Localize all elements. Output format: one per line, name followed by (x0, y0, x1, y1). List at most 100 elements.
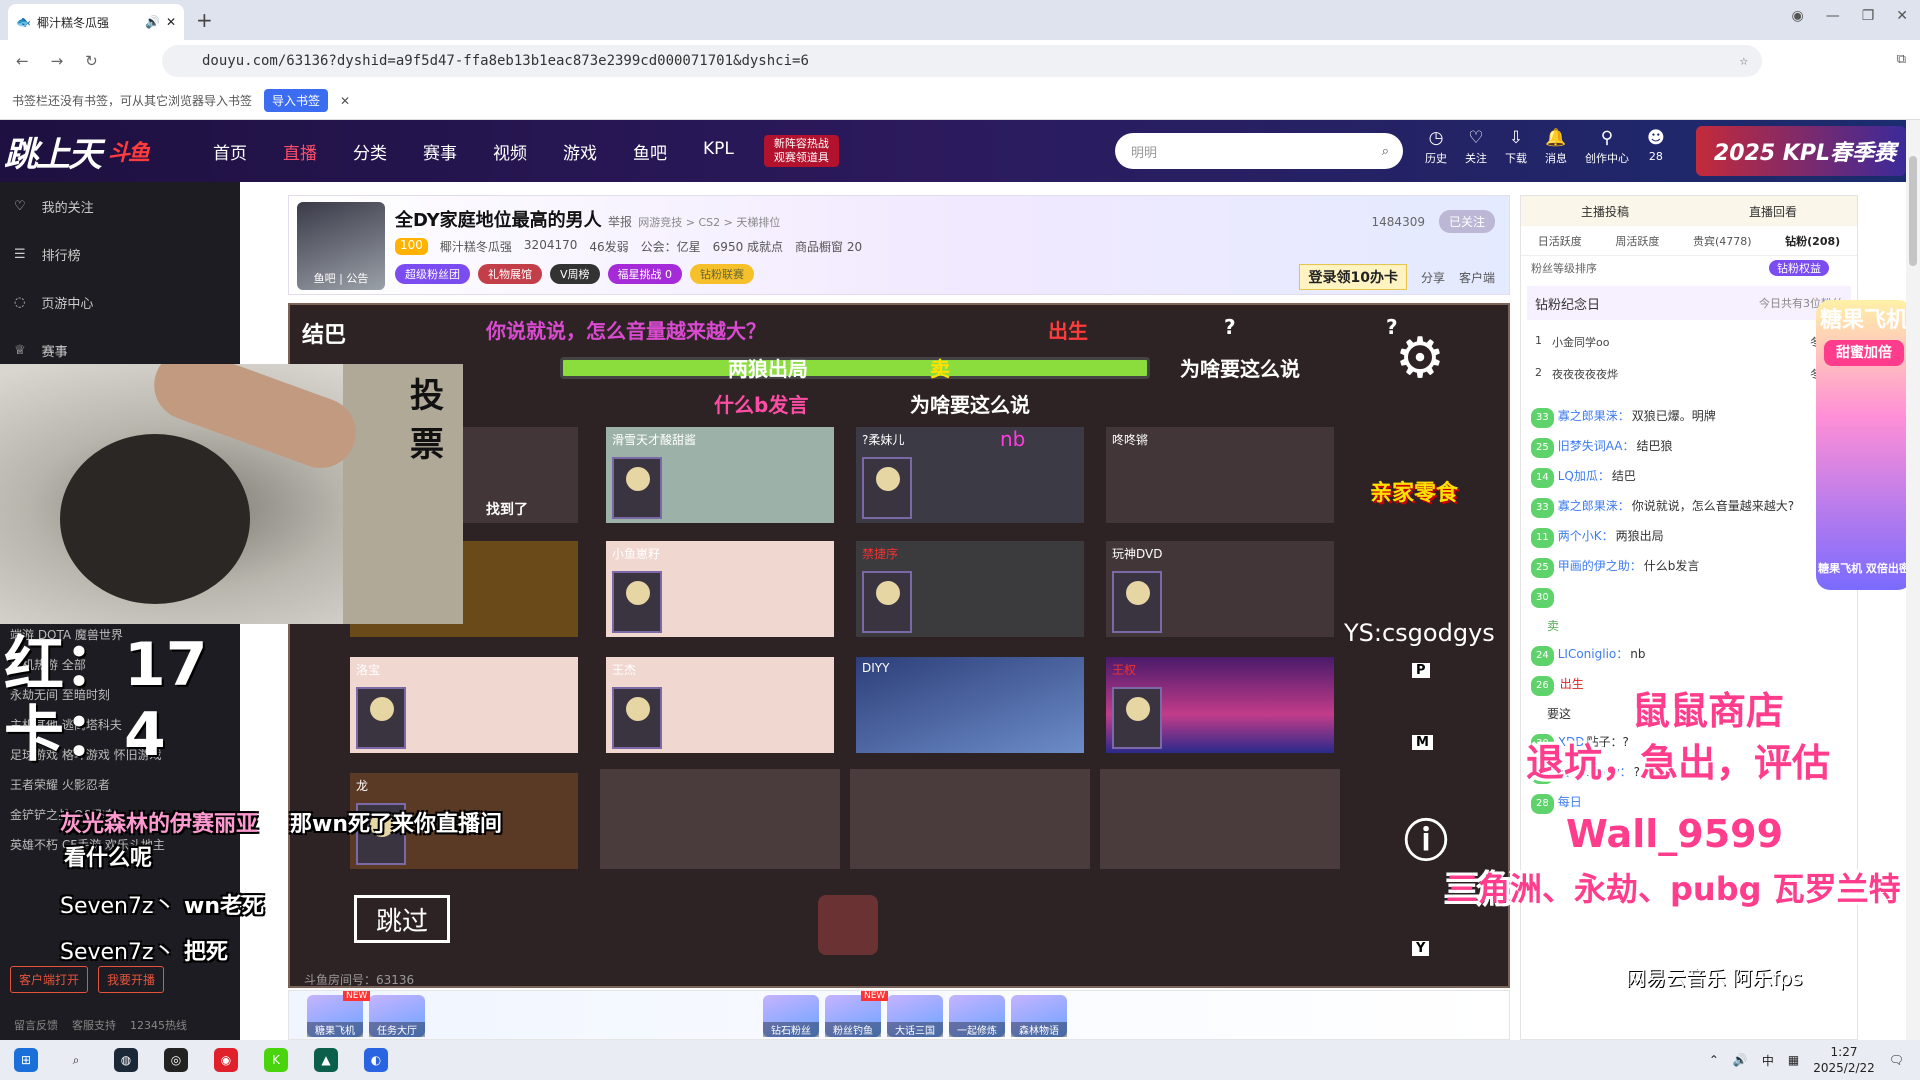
client-button[interactable]: 客户端 (1459, 269, 1495, 286)
tab-weekly-active[interactable]: 周活跃度 (1615, 233, 1659, 249)
hotline-link[interactable]: 12345热线 (130, 1017, 187, 1033)
url-field[interactable]: douyu.com/63136?dyshid=a9f5d47-ffa8eb13b… (162, 45, 1762, 77)
player-card[interactable]: 滑雪天才酸甜酱 (606, 427, 834, 523)
info-icon[interactable]: ⓘ (1404, 805, 1448, 869)
kook-icon[interactable]: K (264, 1048, 288, 1072)
diamond-league-badge[interactable]: 钻粉联赛 (690, 264, 755, 284)
open-client-button[interactable]: 客户端打开 (10, 966, 89, 993)
extensions-icon[interactable]: ⧉ (1897, 52, 1906, 67)
steam-icon[interactable]: ◍ (114, 1048, 138, 1072)
follow-button[interactable]: 已关注 (1438, 210, 1495, 233)
gift-item[interactable]: 钻石粉丝 (763, 995, 819, 1037)
candy-plane-banner[interactable]: 糖果飞机 甜蜜加倍 糖果飞机 双倍出密 (1816, 300, 1912, 590)
chat-user[interactable]: 旧梦失词AA： (1558, 439, 1635, 453)
user-avatar[interactable]: ☻ 28 (1647, 128, 1665, 166)
player-card[interactable]: 玩神DVD (1106, 541, 1334, 637)
tab-diamond-fans[interactable]: 钻粉(208) (1785, 233, 1840, 249)
scroll-thumb[interactable] (1909, 156, 1917, 266)
nav-live[interactable]: 直播 (283, 139, 317, 164)
hot-event-banner[interactable]: 新阵容热战 观赛领道具 (763, 135, 839, 167)
streamer-avatar[interactable]: 鱼吧 | 公告 (297, 202, 385, 290)
live-video-player[interactable]: 结巴 你说就说，怎么音量越来越大？ 出生 ? ? 两狼出局 卖 为啥要这么说 什… (288, 303, 1510, 988)
chrome-icon[interactable]: ◐ (364, 1048, 388, 1072)
player-card[interactable]: 禁捷序 (856, 541, 1084, 637)
new-tab-button[interactable]: + (196, 8, 213, 32)
sidebar-item-webgame[interactable]: ◌ 页游中心 (0, 278, 240, 326)
gift-hall-badge[interactable]: 礼物展馆 (478, 264, 542, 284)
player-card[interactable]: 小鱼崽籽 (606, 541, 834, 637)
minimize-icon[interactable]: — (1826, 8, 1840, 24)
windows-start-icon[interactable]: ⊞ (14, 1048, 38, 1072)
netease-music-icon[interactable]: ◉ (214, 1048, 238, 1072)
volume-icon[interactable]: 🔊 (1733, 1053, 1748, 1067)
history-button[interactable]: ◷ 历史 (1425, 128, 1447, 166)
search-icon[interactable]: ⌕ (64, 1048, 88, 1072)
clock[interactable]: 1:27 2025/2/22 (1813, 1044, 1875, 1076)
close-tab-icon[interactable]: ✕ (166, 15, 176, 29)
player-card[interactable]: 咚咚锵 (1106, 427, 1334, 523)
tab-daily-active[interactable]: 日活跃度 (1538, 233, 1582, 249)
app-icon[interactable]: ▲ (314, 1048, 338, 1072)
login-reward-button[interactable]: 登录领10办卡 (1299, 264, 1407, 290)
back-icon[interactable]: ← (16, 52, 29, 70)
streamer-name[interactable]: 椰汁糕冬瓜强 (440, 238, 512, 255)
gift-item[interactable]: 森林物语 (1011, 995, 1067, 1037)
shop-window[interactable]: 商品橱窗 20 (795, 238, 862, 255)
site-logo[interactable]: 跳上天 斗鱼 (0, 120, 195, 182)
settings-gear-icon[interactable]: ⚙ (1390, 329, 1450, 389)
creator-button[interactable]: ⚲ 创作中心 (1585, 128, 1629, 166)
player-card[interactable]: DIYY (856, 657, 1084, 753)
nav-home[interactable]: 首页 (213, 139, 247, 164)
rank-sort[interactable]: 粉丝等级排序 钻粉权益 (1521, 256, 1857, 280)
target-icon[interactable] (818, 895, 878, 955)
notification-icon[interactable]: 🗨 (1889, 1053, 1904, 1067)
category-line[interactable]: 王者荣耀 火影忍者 (10, 770, 230, 800)
bookmark-star-icon[interactable]: ☆ (1740, 53, 1748, 69)
ime-indicator[interactable]: 中 (1762, 1052, 1774, 1069)
super-fan-badge[interactable]: 超级粉丝团 (395, 264, 470, 284)
download-button[interactable]: ⇩ 下载 (1505, 128, 1527, 166)
nav-events[interactable]: 赛事 (423, 139, 457, 164)
rank-row[interactable]: 2夜夜夜夜夜烨冬瓜强 (1521, 358, 1857, 390)
fan-anniversary[interactable]: 钻粉纪念日 今日共有3位粉丝 (1527, 286, 1851, 320)
player-card[interactable]: ?柔妹儿 nb (856, 427, 1084, 523)
follow-button[interactable]: ♡ 关注 (1465, 128, 1487, 166)
chat-user[interactable]: 每日 (1558, 795, 1582, 809)
share-button[interactable]: 分享 (1421, 269, 1445, 286)
close-bookmarks-hint-icon[interactable]: ✕ (340, 94, 350, 108)
gift-item[interactable]: 大话三国 (887, 995, 943, 1037)
chat-user[interactable]: 寡之郎果涞： (1558, 409, 1630, 423)
gift-item[interactable]: 任务大厅 (369, 995, 425, 1037)
speaker-icon[interactable]: 🔊 (145, 15, 160, 29)
avatar-label[interactable]: 鱼吧 | 公告 (297, 270, 385, 286)
gift-item[interactable]: 一起修炼 (949, 995, 1005, 1037)
start-live-button[interactable]: 我要开播 (98, 966, 165, 993)
player-card[interactable]: 王杰 (606, 657, 834, 753)
chat-user[interactable]: LQ加瓜： (1558, 469, 1610, 483)
room-category[interactable]: 网游竞技 > CS2 > 天梯排位 (638, 216, 780, 229)
nav-video[interactable]: 视频 (493, 139, 527, 164)
reload-icon[interactable]: ↻ (85, 52, 98, 70)
nav-kpl[interactable]: KPL (703, 139, 734, 164)
player-card[interactable]: 王权 (1106, 657, 1334, 753)
chat-user[interactable]: 甲画的伊之助： (1558, 559, 1642, 573)
rank-row[interactable]: 1小金同学oo冬瓜强 (1521, 326, 1857, 358)
page-scrollbar[interactable] (1906, 120, 1920, 1040)
keyboard-grid-icon[interactable]: ▦ (1788, 1053, 1799, 1067)
browser-tab[interactable]: 🐟 椰汁糕冬瓜强 🔊 ✕ (8, 4, 184, 40)
achievement[interactable]: 6950 成就点 (713, 238, 783, 255)
forward-icon[interactable]: → (51, 52, 64, 70)
chat-user[interactable]: 寡之郎果涞： (1558, 499, 1630, 513)
diamond-rights-button[interactable]: 钻粉权益 (1769, 260, 1829, 276)
nav-yuba[interactable]: 鱼吧 (633, 139, 667, 164)
nav-category[interactable]: 分类 (353, 139, 387, 164)
nav-games[interactable]: 游戏 (563, 139, 597, 164)
fans-club[interactable]: 46发弱 (589, 238, 628, 255)
chevron-up-icon[interactable]: ⌃ (1709, 1053, 1719, 1067)
replay-link[interactable]: 直播回看 (1749, 203, 1797, 220)
lucky-challenge-badge[interactable]: 福星挑战 0 (607, 264, 683, 284)
restore-icon[interactable]: ❐ (1862, 8, 1875, 24)
obs-icon[interactable]: ◎ (164, 1048, 188, 1072)
streamer-posts-link[interactable]: 主播投稿 (1581, 203, 1629, 220)
support-link[interactable]: 客服支持 (72, 1017, 116, 1033)
